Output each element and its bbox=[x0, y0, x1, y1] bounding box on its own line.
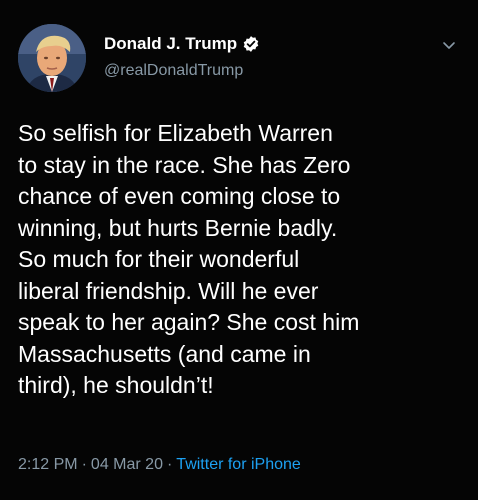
tweet-line: chance of even coming close to bbox=[18, 183, 341, 209]
meta-separator: · bbox=[81, 456, 87, 473]
author-handle[interactable]: @realDonaldTrump bbox=[104, 62, 243, 80]
meta-separator: · bbox=[166, 456, 173, 473]
verified-badge-icon bbox=[242, 35, 260, 53]
avatar-image bbox=[18, 24, 86, 92]
tweet-source-link[interactable]: Twitter for iPhone bbox=[176, 456, 301, 473]
tweet-date[interactable]: 04 Mar 20 bbox=[91, 456, 163, 473]
tweet-line: So selfish for Elizabeth Warren bbox=[18, 120, 333, 146]
tweet-line: liberal friendship. Will he ever bbox=[18, 277, 319, 304]
tweet-line: winning, but hurts Bernie badly. bbox=[18, 214, 338, 241]
tweet-text: So selfish for Elizabeth Warren to stay … bbox=[18, 118, 468, 402]
tweet-time[interactable]: 2:12 PM bbox=[18, 456, 78, 473]
tweet-meta: 2:12 PM · 04 Mar 20 · Twitter for iPhone bbox=[18, 456, 301, 474]
tweet-line: to stay in the race. She has Zero bbox=[18, 151, 351, 178]
tweet-line: speak to her again? She cost him bbox=[18, 309, 360, 335]
tweet-card: Donald J. Trump @realDonaldTrump So self… bbox=[0, 0, 478, 500]
display-name[interactable]: Donald J. Trump bbox=[104, 34, 237, 54]
tweet-line: Massachusetts (and came in bbox=[18, 340, 311, 367]
author-name-row: Donald J. Trump bbox=[104, 34, 260, 54]
chevron-down-icon[interactable] bbox=[440, 36, 458, 54]
tweet-line: So much for their wonderful bbox=[18, 246, 300, 272]
avatar[interactable] bbox=[18, 24, 86, 92]
tweet-line: third), he shouldn’t! bbox=[18, 372, 214, 398]
